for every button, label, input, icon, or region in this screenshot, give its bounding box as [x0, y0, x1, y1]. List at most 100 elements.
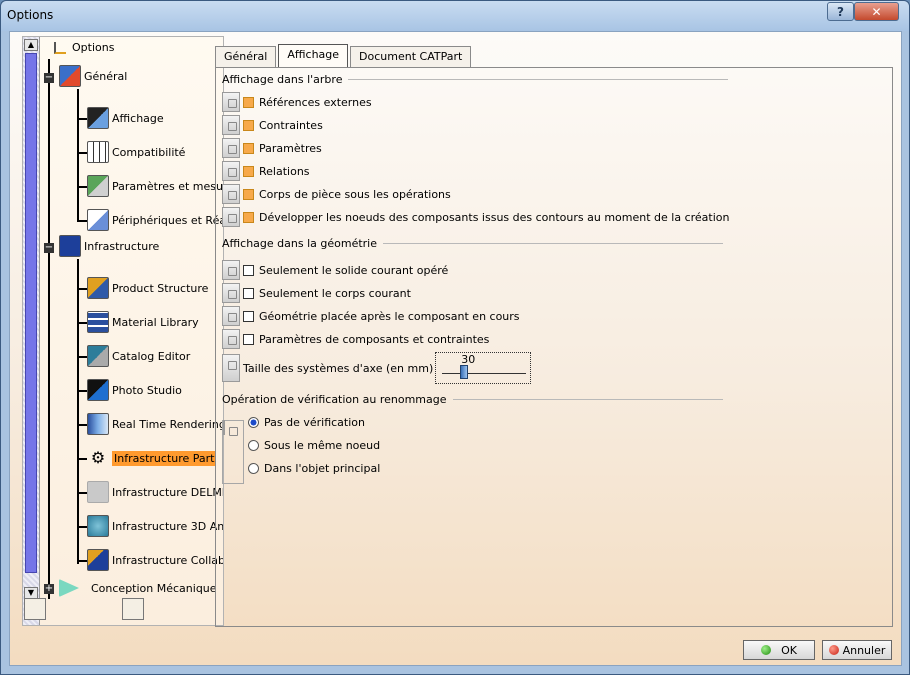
checkbox-current-body[interactable]	[243, 287, 254, 299]
section-divider	[383, 243, 724, 244]
lock-icon[interactable]	[222, 138, 240, 158]
checkbox-label: Seulement le solide courant opéré	[259, 263, 449, 277]
general-expander[interactable]: −	[44, 73, 54, 83]
checkbox-label: Relations	[259, 164, 310, 178]
tree-item-devices[interactable]: Périphériques et Réali	[87, 209, 224, 231]
tree-item-infrastructure-part[interactable]: ⚙ Infrastructure Part	[87, 447, 217, 469]
ok-icon	[761, 645, 772, 655]
tree-item-label: Infrastructure DELMIA	[112, 485, 224, 499]
collaboration-icon	[87, 549, 109, 571]
compatibility-icon	[87, 141, 109, 163]
checkbox-parameters[interactable]	[243, 142, 254, 154]
section-geometry-display: Affichage dans la géométrie	[222, 237, 724, 250]
tree-item-label: Affichage	[112, 111, 164, 125]
tree-item-infrastructure-collaboration[interactable]: Infrastructure Collabo	[87, 549, 223, 571]
tree-item-label: Périphériques et Réali	[112, 213, 224, 227]
lock-icon[interactable]	[222, 207, 240, 227]
tree-branch	[77, 152, 87, 154]
lock-icon[interactable]	[223, 420, 225, 435]
tree-reset-icon[interactable]	[122, 598, 144, 620]
tree-branch	[77, 356, 87, 358]
tree-item-label: Paramètres et mesure	[112, 179, 224, 193]
lock-icon[interactable]	[222, 161, 240, 181]
tab-document-catpart[interactable]: Document CATPart	[350, 46, 472, 68]
tree-item-photo-studio[interactable]: Photo Studio	[87, 379, 182, 401]
checkbox-current-solid[interactable]	[243, 264, 254, 276]
infrastructure-expander[interactable]: −	[44, 243, 54, 253]
scroll-thumb[interactable]	[25, 53, 37, 573]
tree-item-label: Product Structure	[112, 281, 209, 295]
row-no-check: Pas de vérification	[248, 416, 365, 429]
tree-line	[48, 59, 50, 599]
lock-icon[interactable]	[222, 184, 240, 204]
checkbox-constraints[interactable]	[243, 119, 254, 131]
tree-home-icon[interactable]	[24, 598, 46, 620]
row-geometry-after: Géométrie placée après le composant en c…	[222, 306, 520, 326]
tree-branch	[77, 424, 87, 426]
tree-item-catalog-editor[interactable]: Catalog Editor	[87, 345, 190, 367]
section-title: Affichage dans la géométrie	[222, 237, 378, 250]
tree-item-compatibility[interactable]: Compatibilité	[87, 141, 185, 163]
radio-same-node[interactable]	[248, 440, 259, 451]
tree-root-label: Options	[72, 41, 115, 54]
lock-icon[interactable]	[222, 329, 240, 349]
display-icon	[87, 107, 109, 129]
lock-icon[interactable]	[222, 92, 240, 112]
checkbox-relations[interactable]	[243, 165, 254, 177]
general-icon	[59, 65, 81, 87]
options-root-icon	[54, 41, 66, 54]
tree-root-options[interactable]: Options	[54, 41, 114, 54]
tree-item-infrastructure[interactable]: Infrastructure	[59, 235, 159, 257]
tree-branch	[77, 560, 87, 562]
checkbox-bodies-under-operations[interactable]	[243, 188, 254, 200]
lock-icon[interactable]	[222, 306, 240, 326]
tree-item-product-structure[interactable]: Product Structure	[87, 277, 208, 299]
title-bar[interactable]: Options ? ✕	[1, 1, 909, 31]
tab-general[interactable]: Général	[215, 46, 277, 68]
tree-scrollbar[interactable]: ▲ ▼	[23, 37, 40, 625]
radio-no-check[interactable]	[248, 417, 259, 428]
row-external-references: Références externes	[222, 92, 372, 112]
tab-bar: Général Affichage Document CATPart	[215, 44, 473, 68]
cancel-button[interactable]: Annuler	[822, 640, 892, 660]
close-button[interactable]: ✕	[854, 2, 899, 21]
slider-track[interactable]	[442, 373, 527, 374]
tree-item-label: Infrastructure Part	[112, 450, 217, 466]
checkbox-external-references[interactable]	[243, 96, 254, 108]
lock-icon[interactable]	[222, 354, 240, 382]
tree-item-infrastructure-3d-annotation[interactable]: Infrastructure 3D Anr	[87, 515, 224, 537]
row-axis-size: Taille des systèmes d'axe (en mm) 30	[222, 352, 532, 384]
tree-item-mechanical-design[interactable]: Conception Mécanique	[59, 579, 217, 597]
lock-icon[interactable]	[222, 283, 240, 303]
parameters-icon	[87, 175, 109, 197]
tree-item-label: Conception Mécanique	[91, 581, 217, 595]
lock-icon[interactable]	[222, 115, 240, 135]
tree-item-label: Infrastructure 3D Anr	[112, 519, 224, 533]
checkbox-geometry-after[interactable]	[243, 310, 254, 322]
tree-item-label: Catalog Editor	[112, 349, 191, 363]
checkbox-label: Seulement le corps courant	[259, 286, 411, 300]
tree-item-general[interactable]: Général	[59, 65, 127, 87]
help-icon: ?	[837, 4, 844, 19]
axis-size-label: Taille des systèmes d'axe (en mm)	[243, 361, 434, 375]
checkbox-label: Géométrie placée après le composant en c…	[259, 309, 520, 323]
slider-thumb[interactable]	[460, 365, 469, 379]
scroll-up-icon[interactable]: ▲	[24, 39, 38, 51]
tree-item-material-library[interactable]: Material Library	[87, 311, 199, 333]
lock-icon[interactable]	[222, 260, 240, 280]
tree-item-infrastructure-delmia[interactable]: Infrastructure DELMIA	[87, 481, 224, 503]
mechanical-expander[interactable]: +	[44, 584, 54, 594]
tree-branch	[77, 390, 87, 392]
help-button[interactable]: ?	[827, 2, 854, 21]
radio-main-object[interactable]	[248, 463, 259, 474]
row-parameters: Paramètres	[222, 138, 322, 158]
tree-item-real-time-rendering[interactable]: Real Time Rendering	[87, 413, 223, 435]
tab-display[interactable]: Affichage	[278, 44, 349, 68]
checkbox-component-parameters[interactable]	[243, 333, 254, 345]
gear-icon: ⚙	[90, 448, 106, 467]
tree-item-display[interactable]: Affichage	[87, 107, 164, 129]
checkbox-expand-nodes[interactable]	[243, 211, 254, 223]
axis-size-slider[interactable]: 30	[435, 352, 532, 384]
tree-item-parameters[interactable]: Paramètres et mesure	[87, 175, 224, 197]
ok-button[interactable]: OK	[743, 640, 815, 660]
